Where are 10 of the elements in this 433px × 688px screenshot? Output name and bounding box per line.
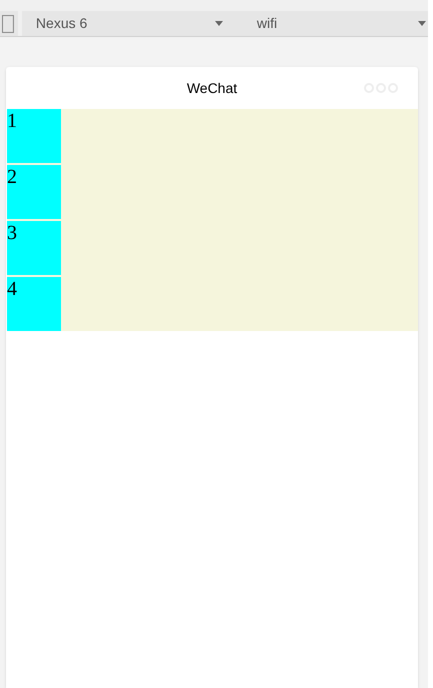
caret-icon <box>214 21 223 26</box>
device-dropdown[interactable]: Nexus 6 <box>36 13 225 34</box>
network-dropdown[interactable]: wifi <box>256 13 428 34</box>
nav-title: WeChat <box>186 78 238 98</box>
item-block: 1 <box>7 109 61 163</box>
item-block: 2 <box>7 165 61 219</box>
phone-icon[interactable] <box>2 14 14 32</box>
caret-icon <box>418 21 426 26</box>
item-block: 3 <box>7 221 61 275</box>
item-block: 4 <box>7 277 61 331</box>
